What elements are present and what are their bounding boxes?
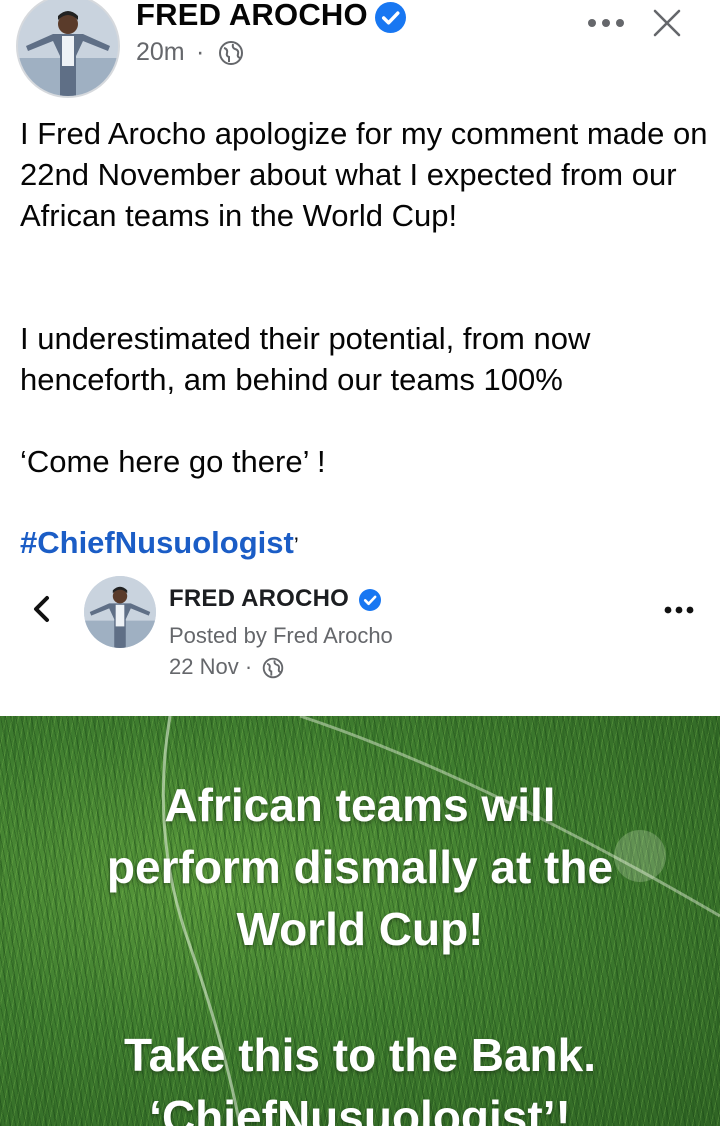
shared-post-image[interactable]: African teams will perform dismally at t… <box>0 716 720 1126</box>
shared-more-options-icon[interactable] <box>662 600 696 620</box>
author-avatar[interactable] <box>16 0 120 98</box>
hashtag-line: #ChiefNusuologist’ <box>20 522 299 566</box>
post-paragraph: I underestimated their potential, from n… <box>20 321 591 397</box>
image-caption-top: African teams will perform dismally at t… <box>106 779 614 955</box>
more-options-icon[interactable] <box>584 8 628 38</box>
image-caption-bottom: Take this to the Bank. ‘ChiefNusuologist… <box>123 1029 597 1126</box>
chevron-left-icon[interactable] <box>28 592 56 626</box>
hashtag-tail: ’ <box>293 533 299 558</box>
shared-author-name[interactable]: FRED AROCHO <box>169 585 349 613</box>
globe-icon <box>262 657 284 679</box>
verified-badge-icon <box>359 589 381 611</box>
author-name[interactable]: FRED AROCHO <box>136 0 368 33</box>
post-paragraph: I Fred Arocho apologize for my comment m… <box>20 116 708 233</box>
post-timestamp[interactable]: 20m <box>136 38 185 67</box>
globe-icon <box>218 40 244 66</box>
post-paragraph: ‘Come here go there’ ! <box>20 444 326 479</box>
close-icon[interactable] <box>650 6 684 40</box>
verified-badge-icon <box>375 2 406 33</box>
separator-dot: · <box>196 38 205 66</box>
shared-author-avatar[interactable] <box>84 576 156 648</box>
shared-date: 22 Nov · <box>169 654 253 679</box>
hashtag-link[interactable]: #ChiefNusuologist <box>20 525 294 560</box>
shared-posted-by: Posted by Fred Arocho <box>169 623 393 648</box>
